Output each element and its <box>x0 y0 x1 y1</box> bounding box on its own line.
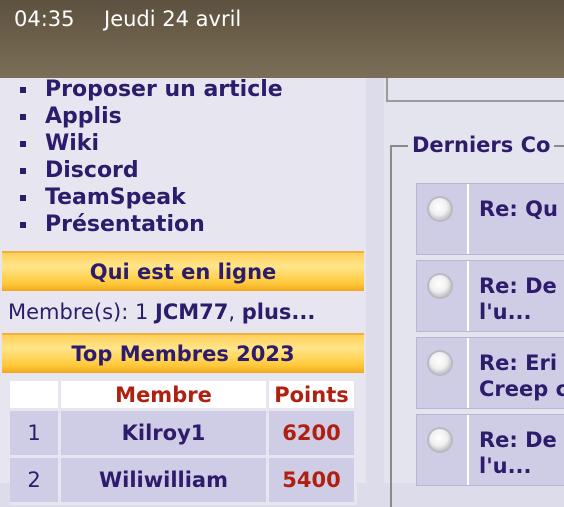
nav-item-label: Applis <box>45 104 122 129</box>
bullet-icon <box>20 114 26 120</box>
list-item[interactable]: Re: De l'u... <box>416 414 564 486</box>
bullet-icon <box>20 168 26 174</box>
column-header-rank <box>10 381 61 411</box>
rank-cell: 2 <box>10 456 61 505</box>
nav-item-label: Discord <box>45 158 139 183</box>
list-item[interactable]: Re: Eri Creep c <box>416 337 564 409</box>
comment-title-link[interactable]: Re: Eri Creep c <box>479 350 564 402</box>
nav-item-discord[interactable]: Discord <box>20 157 283 184</box>
comments-list: Re: Qu Re: De l'u... Re: Eri Creep c Re:… <box>416 183 564 491</box>
comment-icon-cell <box>417 338 469 408</box>
unread-dot-icon <box>429 275 451 297</box>
bullet-icon <box>20 87 26 93</box>
comment-icon-cell <box>417 261 469 331</box>
comment-icon-cell <box>417 184 469 254</box>
online-separator: , <box>228 300 242 324</box>
nav-item-teamspeak[interactable]: TeamSpeak <box>20 184 283 211</box>
member-name-link[interactable]: Wiliwilliam <box>59 456 269 505</box>
nav-menu: Proposer un article Applis Wiki Discord … <box>20 76 283 238</box>
nav-item-proposer-article[interactable]: Proposer un article <box>20 76 283 103</box>
online-member-link[interactable]: JCM77 <box>155 300 228 324</box>
unread-dot-icon <box>429 429 451 451</box>
member-name-link[interactable]: Kilroy1 <box>59 409 269 458</box>
table-header-row: Membre Points <box>10 381 357 411</box>
nav-item-label: Présentation <box>45 212 205 237</box>
status-time: 04:35 <box>14 7 75 31</box>
top-members-table: Membre Points 1 Kilroy1 6200 2 Wiliwilli… <box>10 381 357 505</box>
online-members: Membre(s): 1 JCM77, plus... <box>8 300 315 324</box>
top-members-header: Top Membres 2023 <box>2 333 364 373</box>
bullet-icon <box>20 195 26 201</box>
rank-cell: 1 <box>10 409 61 458</box>
table-row: 2 Wiliwilliam 5400 <box>10 456 357 505</box>
nav-item-wiki[interactable]: Wiki <box>20 130 283 157</box>
bullet-icon <box>20 141 26 147</box>
status-bar: 04:35 Jeudi 24 avril <box>0 0 564 78</box>
unread-dot-icon <box>429 198 451 220</box>
comment-title-link[interactable]: Re: De l'u... <box>479 273 564 325</box>
nav-item-presentation[interactable]: Présentation <box>20 211 283 238</box>
online-more-link[interactable]: plus... <box>242 300 316 324</box>
online-prefix: Membre(s): 1 <box>8 300 156 324</box>
comment-title-link[interactable]: Re: Qu <box>479 196 564 222</box>
status-date: Jeudi 24 avril <box>104 7 242 31</box>
column-header-member: Membre <box>59 381 269 411</box>
nav-item-label: Proposer un article <box>45 77 283 102</box>
list-item[interactable]: Re: Qu <box>416 183 564 255</box>
comments-legend: Derniers Co <box>408 133 555 157</box>
points-cell: 6200 <box>267 409 357 458</box>
nav-item-label: TeamSpeak <box>45 185 186 210</box>
nav-item-label: Wiki <box>45 131 99 156</box>
bullet-icon <box>20 222 26 228</box>
column-header-points: Points <box>267 381 357 411</box>
table-row: 1 Kilroy1 6200 <box>10 409 357 458</box>
comment-icon-cell <box>417 415 469 485</box>
online-header: Qui est en ligne <box>2 251 364 291</box>
points-cell: 5400 <box>267 456 357 505</box>
list-item[interactable]: Re: De l'u... <box>416 260 564 332</box>
nav-item-applis[interactable]: Applis <box>20 103 283 130</box>
unread-dot-icon <box>429 352 451 374</box>
comment-title-link[interactable]: Re: De l'u... <box>479 427 564 479</box>
